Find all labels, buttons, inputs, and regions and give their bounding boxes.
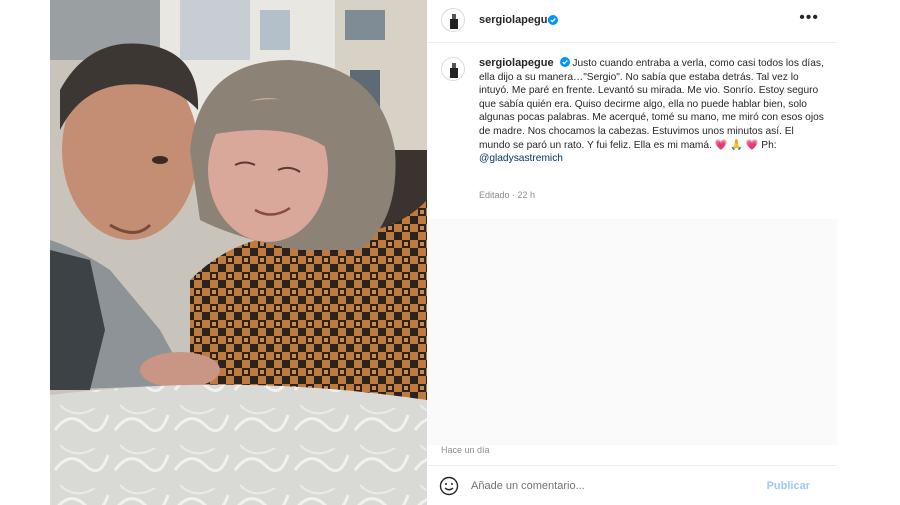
comment-bar: Publicar: [427, 466, 837, 505]
post-side-panel: sergiolapegue ••• sergiolapegue Justo cu…: [427, 0, 837, 505]
post-header: sergiolapegue •••: [427, 0, 837, 43]
caption-credit: Ph:: [758, 139, 777, 151]
caption-section: sergiolapegue Justo cuando entraba a ver…: [427, 43, 837, 219]
caption-body: Justo cuando entraba a verla, como casi …: [479, 58, 824, 151]
caption-emojis: 💗 🙏 💗: [714, 139, 759, 151]
post-date[interactable]: Hace un día: [441, 445, 490, 455]
caption-avatar[interactable]: [441, 57, 465, 81]
comments-area: [427, 219, 837, 445]
edited-time[interactable]: 22 h: [518, 190, 536, 200]
mention-link[interactable]: @gladysastremich: [479, 153, 563, 164]
verified-badge-icon: [559, 57, 570, 67]
edited-label: Editado: [479, 190, 510, 200]
username-link[interactable]: sergiolapegue: [479, 14, 554, 26]
more-options-icon[interactable]: •••: [799, 10, 819, 26]
verified-badge-icon: [548, 15, 558, 25]
post-image: [50, 0, 427, 505]
caption-text: sergiolapegue Justo cuando entraba a ver…: [479, 57, 824, 166]
emoji-smile-icon[interactable]: [439, 476, 459, 496]
caption-username[interactable]: sergiolapegue: [479, 57, 554, 69]
avatar[interactable]: [441, 8, 465, 32]
caption-meta: Editado · 22 h: [479, 190, 536, 200]
post-comment-button[interactable]: Publicar: [767, 480, 810, 492]
post-photo[interactable]: [50, 0, 427, 505]
comment-input[interactable]: [471, 476, 751, 496]
